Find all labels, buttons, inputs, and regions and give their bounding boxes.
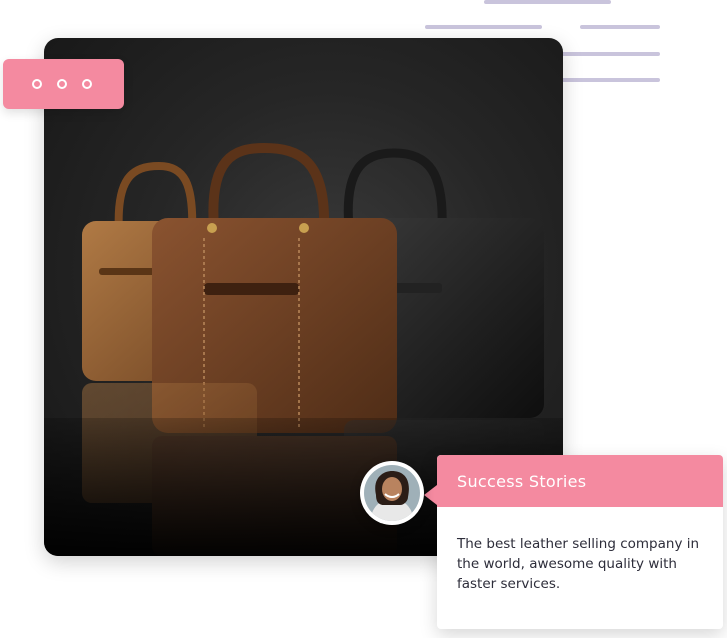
story-card-title: Success Stories [457,471,587,491]
decorative-line [425,25,542,29]
story-card-text: The best leather selling company in the … [457,536,700,592]
more-dots-icon [32,79,42,89]
decorative-line [580,25,660,29]
story-card-header: Success Stories [437,455,723,507]
decorative-line [553,52,660,56]
person-photo [364,465,420,521]
avatar [360,461,424,525]
success-story-card: Success Stories The best leather selling… [424,455,723,629]
more-dots-icon [57,79,67,89]
more-dots-icon [82,79,92,89]
window-controls-badge [3,59,124,109]
decorative-line [484,0,611,4]
decorative-line [553,78,660,82]
